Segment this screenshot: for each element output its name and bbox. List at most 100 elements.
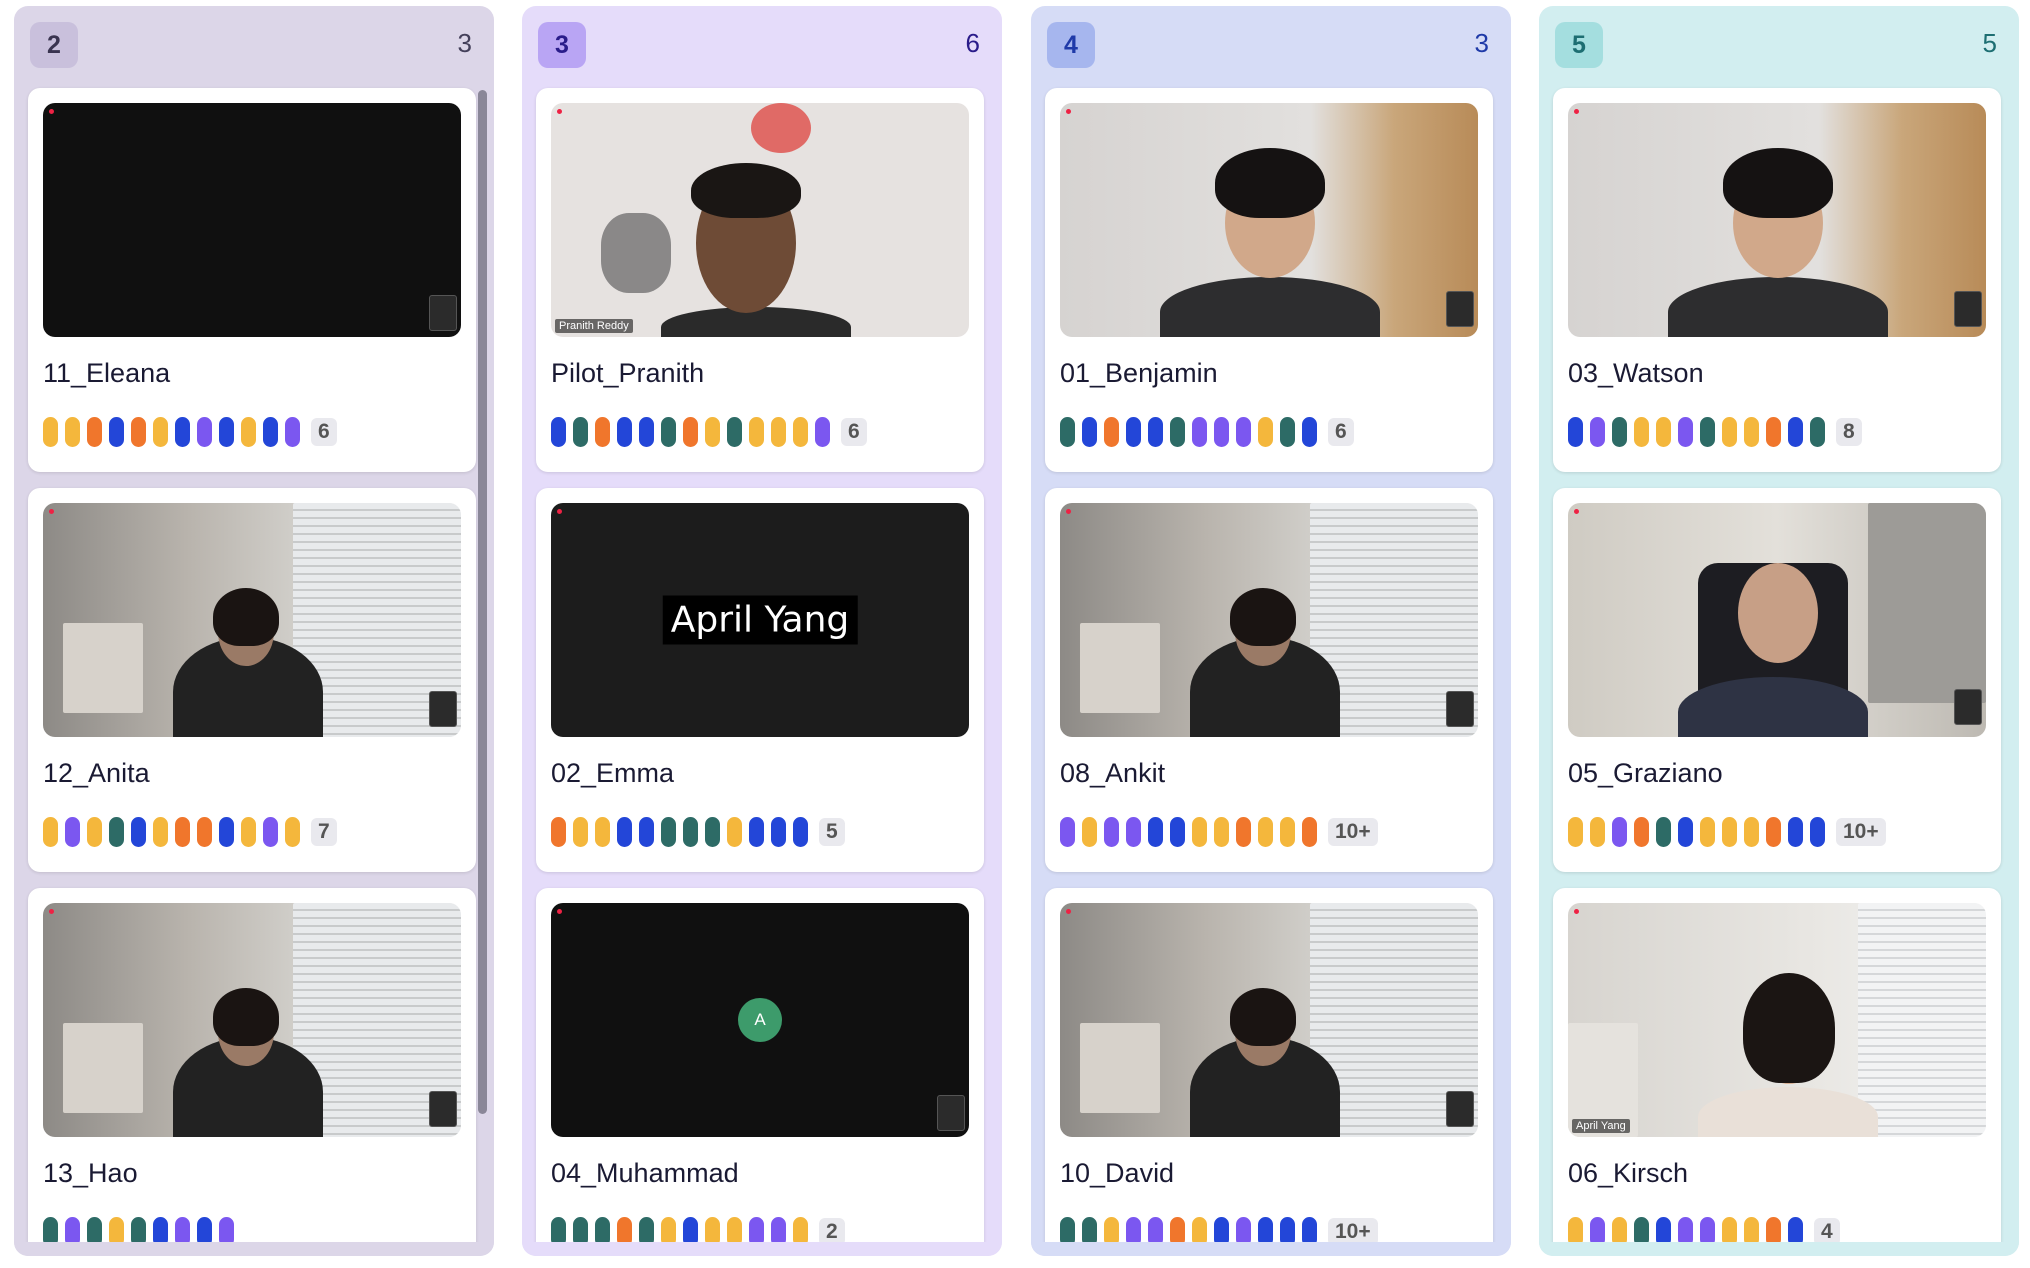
activity-pill [65,417,80,447]
self-view-pip [1954,689,1982,725]
video-thumbnail[interactable] [1568,103,1986,337]
activity-pills: 7 [43,817,337,847]
self-view-pip [1446,1091,1474,1127]
video-thumbnail[interactable] [1060,903,1478,1137]
activity-pill [815,417,830,447]
activity-pill [1678,817,1693,847]
participant-name: 01_Benjamin [1060,358,1218,388]
activity-pill [1590,817,1605,847]
activity-pill [175,817,190,847]
column-3: 3 6 Pranith Reddy Pilot_Pranith 6 April Yang 0… [522,6,1002,1256]
name-overlay: April Yang [662,595,858,645]
activity-pill [1788,417,1803,447]
self-view-pip [937,1095,965,1131]
activity-pill [551,817,566,847]
participant-card[interactable]: A 04_Muhammad 2 [536,888,984,1256]
activity-pill [241,817,256,847]
participant-card[interactable]: 08_Ankit 10+ [1045,488,1493,872]
activity-pill [1126,817,1141,847]
participant-card[interactable]: April Yang 02_Emma 5 [536,488,984,872]
activity-pill [109,417,124,447]
column-5: 5 5 03_Watson 8 05_Graziano 10+ April Yang 06_K… [1539,6,2019,1256]
video-thumbnail[interactable] [1060,503,1478,737]
more-count-badge: 10+ [1328,818,1378,846]
person-hair [213,588,279,646]
activity-pill [263,817,278,847]
video-thumbnail[interactable] [1060,103,1478,337]
flower-decal [751,103,811,153]
participant-card[interactable]: 05_Graziano 10+ [1553,488,2001,872]
participant-label: April Yang [1572,1119,1630,1133]
person-hair [691,163,801,218]
activity-pill [727,417,742,447]
activity-pill [1634,817,1649,847]
activity-pill [1148,417,1163,447]
activity-pill [1214,417,1229,447]
activity-pills: 6 [1060,417,1354,447]
activity-pill [683,817,698,847]
activity-pill [197,817,212,847]
butterfly-decal [601,213,671,293]
shelf [63,623,143,713]
activity-pill [749,417,764,447]
participant-card[interactable]: 03_Watson 8 [1553,88,2001,472]
activity-pill [705,417,720,447]
participant-card[interactable]: 13_Hao [28,888,476,1256]
video-thumbnail[interactable]: Pranith Reddy [551,103,969,337]
activity-pill [1766,417,1781,447]
column-2: 2 3 11_Eleana 6 12_Anita 7 13_Hao [14,6,494,1256]
video-thumbnail[interactable]: April Yang [1568,903,1986,1137]
activity-pills: 6 [43,417,337,447]
activity-pill [1810,417,1825,447]
participant-avatar: A [738,998,782,1042]
record-indicator [1574,509,1579,514]
activity-pill [1236,817,1251,847]
video-thumbnail[interactable] [43,903,461,1137]
activity-pill [661,417,676,447]
activity-pill [595,817,610,847]
video-thumbnail[interactable]: A [551,903,969,1137]
video-thumbnail[interactable] [43,103,461,337]
participant-name: 10_David [1060,1158,1175,1188]
column-number-badge: 3 [538,22,586,68]
activity-pill [1722,417,1737,447]
activity-pill [263,417,278,447]
activity-pill [793,817,808,847]
activity-pill [793,417,808,447]
column-bottom-fade [522,1242,1002,1256]
activity-pill [1766,817,1781,847]
column-scrollbar[interactable] [478,90,487,1114]
column-number-badge: 2 [30,22,78,68]
participant-card[interactable]: 11_Eleana 6 [28,88,476,472]
activity-pill [1700,417,1715,447]
activity-pill [153,817,168,847]
video-thumbnail[interactable]: April Yang [551,503,969,737]
video-thumbnail[interactable] [1568,503,1986,737]
activity-pill [1170,417,1185,447]
activity-pill [1192,417,1207,447]
person-body [1698,1087,1878,1137]
activity-pill [771,417,786,447]
self-view-pip [1446,691,1474,727]
participant-card[interactable]: 10_David 10+ [1045,888,1493,1256]
activity-pill [1280,817,1295,847]
video-thumbnail[interactable] [43,503,461,737]
shelf [1080,1023,1160,1113]
record-indicator [557,109,562,114]
activity-pill [639,817,654,847]
person-hair [1723,148,1833,218]
self-view-pip [429,295,457,331]
activity-pill [1214,817,1229,847]
participant-card[interactable]: 01_Benjamin 6 [1045,88,1493,472]
record-indicator [1574,909,1579,914]
column-bottom-fade [1031,1242,1511,1256]
activity-pills: 6 [551,417,867,447]
record-indicator [49,509,54,514]
record-indicator [1574,109,1579,114]
participant-card[interactable]: 12_Anita 7 [28,488,476,872]
participant-card[interactable]: Pranith Reddy Pilot_Pranith 6 [536,88,984,472]
participant-card[interactable]: April Yang 06_Kirsch 4 [1553,888,2001,1256]
self-view-pip [429,691,457,727]
column-count: 3 [1474,28,1489,58]
person-head [1738,563,1818,663]
